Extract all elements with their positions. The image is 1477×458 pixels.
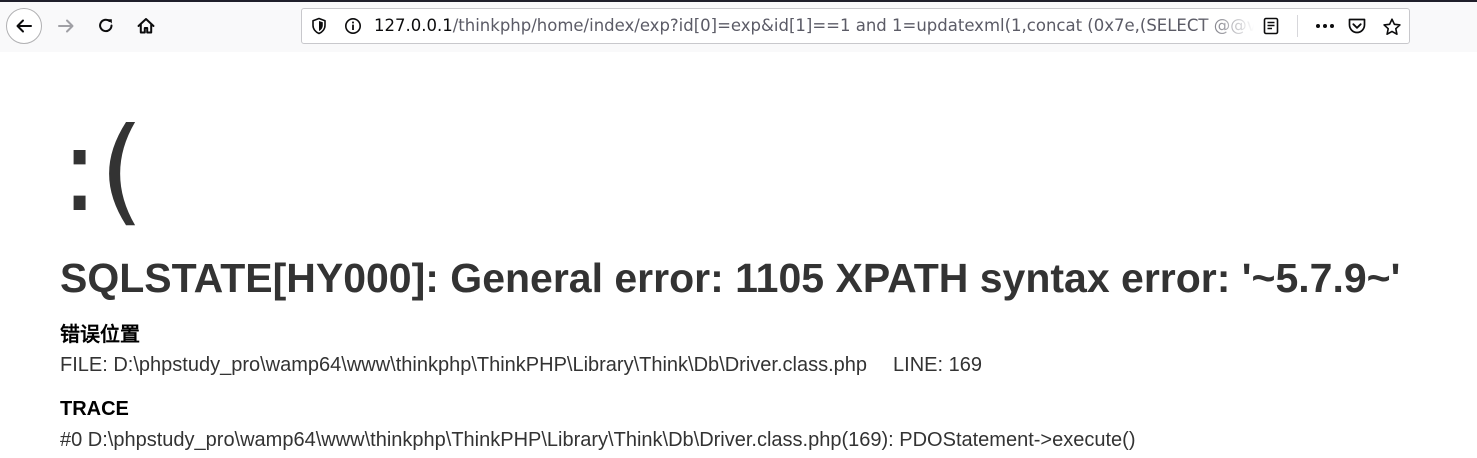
star-icon[interactable]: [1382, 17, 1402, 37]
sad-face: :(: [60, 103, 145, 238]
shield-icon[interactable]: [310, 17, 328, 35]
back-button[interactable]: [6, 8, 42, 44]
reader-view-icon[interactable]: [1262, 17, 1280, 35]
reload-icon: [99, 18, 113, 33]
arrow-left-icon: [16, 19, 32, 33]
browser-toolbar: 127.0.0.1/thinkphp/home/index/exp?id[0]=…: [0, 2, 1477, 52]
forward-button[interactable]: [48, 8, 84, 44]
pocket-icon[interactable]: [1347, 17, 1367, 35]
error-message: SQLSTATE[HY000]: General error: 1105 XPA…: [60, 255, 1401, 301]
url-host: 127.0.0.1: [374, 16, 453, 35]
reload-button[interactable]: [88, 8, 124, 44]
home-icon: [137, 18, 155, 34]
line-number: LINE: 169: [893, 354, 982, 376]
address-bar-divider: [1297, 15, 1298, 37]
info-icon[interactable]: [344, 17, 362, 35]
address-bar[interactable]: 127.0.0.1/thinkphp/home/index/exp?id[0]=…: [301, 8, 1410, 44]
error-location-line: FILE: D:\phpstudy_pro\wamp64\www\thinkph…: [60, 352, 982, 378]
trace-title: TRACE: [60, 398, 129, 420]
file-path: FILE: D:\phpstudy_pro\wamp64\www\thinkph…: [60, 354, 868, 376]
error-location-title: 错误位置: [60, 324, 140, 346]
url-text[interactable]: 127.0.0.1/thinkphp/home/index/exp?id[0]=…: [374, 9, 1254, 43]
home-button[interactable]: [128, 8, 164, 44]
more-icon[interactable]: [1314, 17, 1336, 35]
trace-line: #0 D:\phpstudy_pro\wamp64\www\thinkphp\T…: [60, 429, 1136, 451]
arrow-right-icon: [58, 19, 74, 33]
url-path: /thinkphp/home/index/exp?id[0]=exp&id[1]…: [452, 16, 1254, 35]
